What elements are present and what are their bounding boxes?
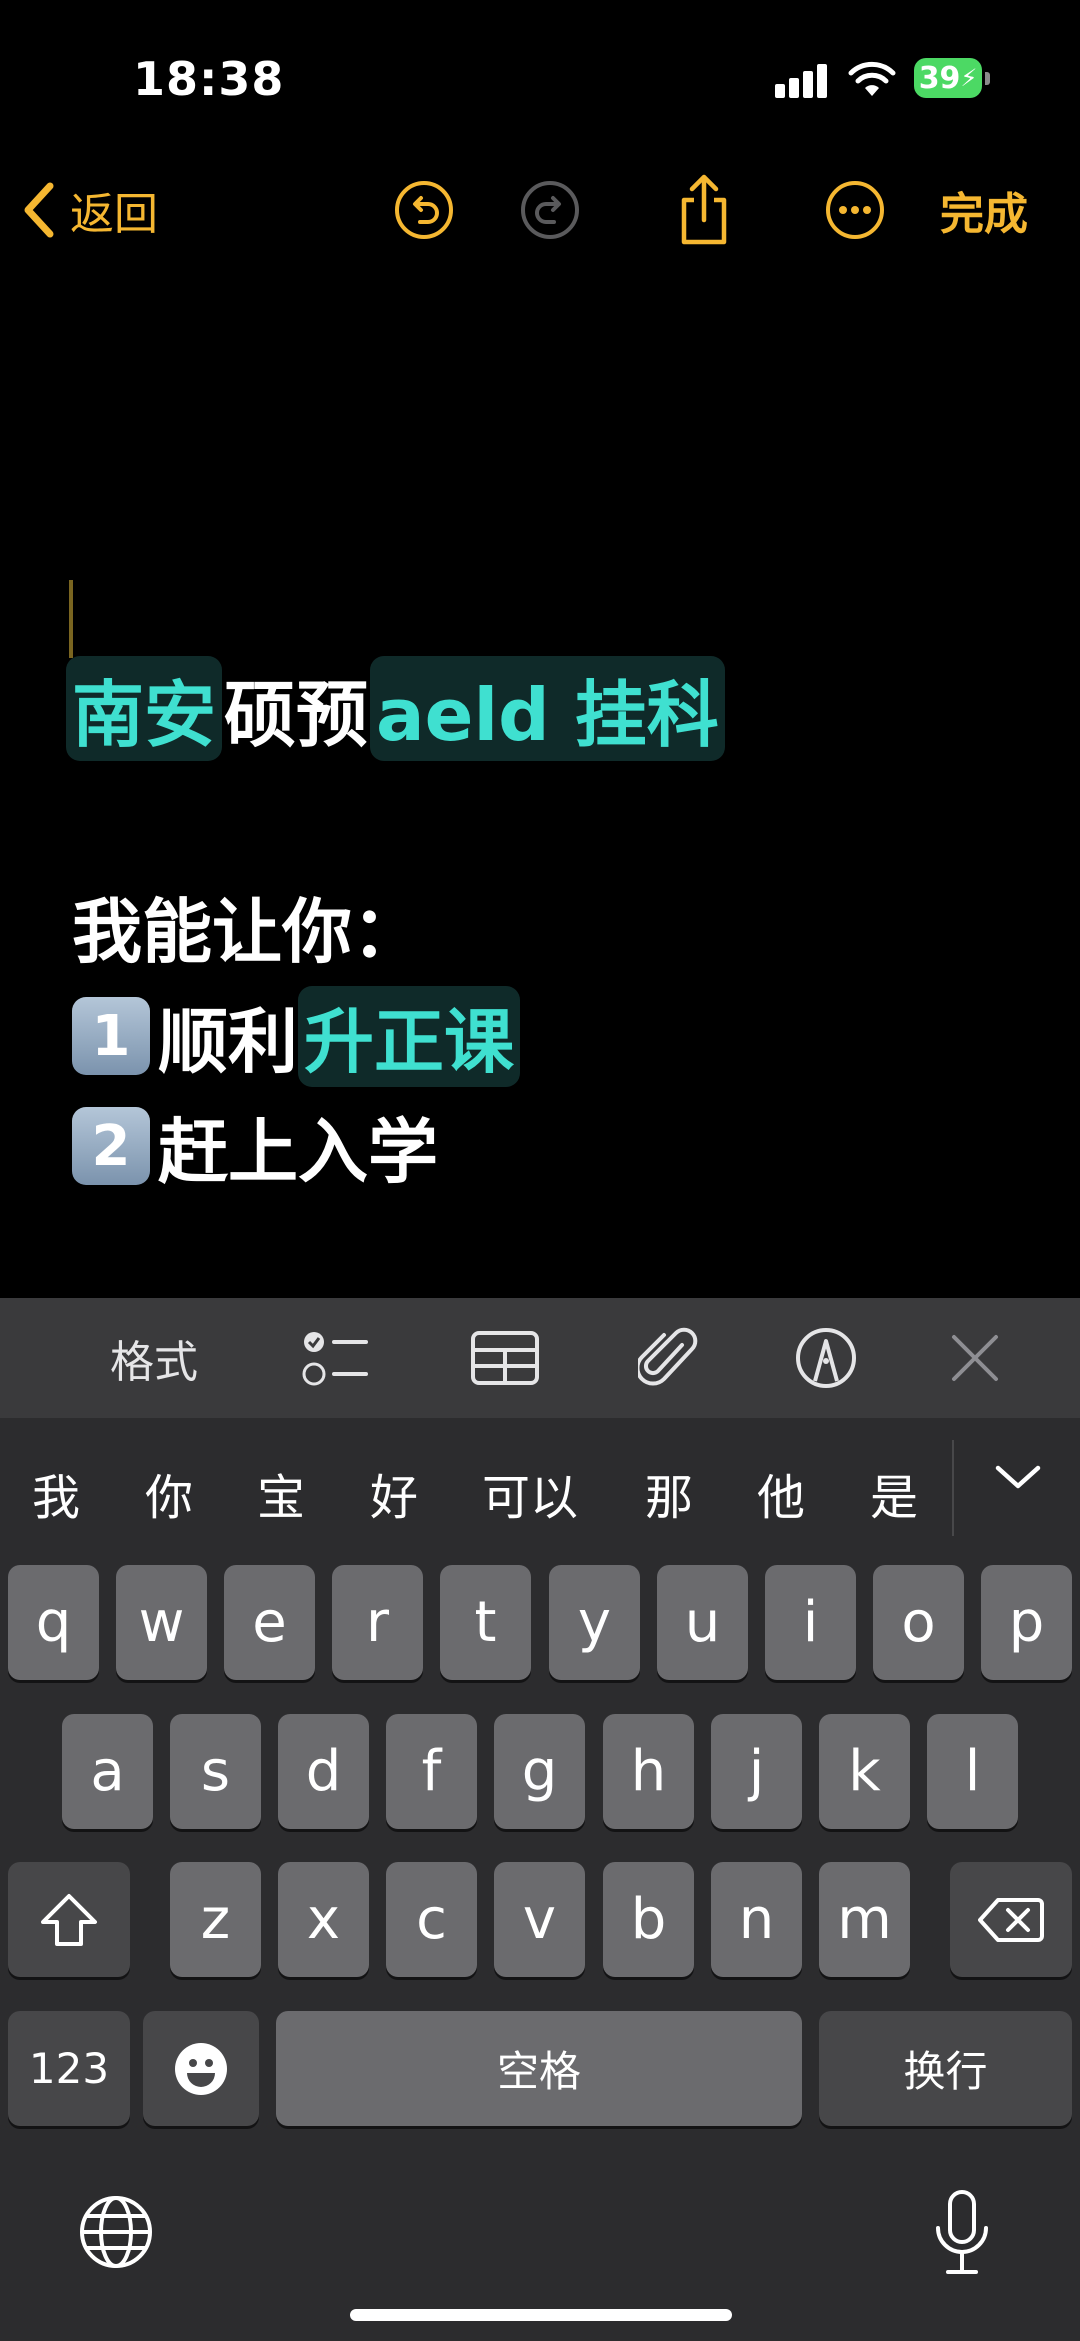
key-i[interactable]: i <box>765 1565 856 1680</box>
expand-candidates-button[interactable] <box>990 1458 1046 1508</box>
key-h[interactable]: h <box>603 1714 694 1829</box>
key-g[interactable]: g <box>494 1714 585 1829</box>
format-toolbar: 格式 <box>0 1298 1080 1418</box>
battery-level: 39 <box>918 60 961 96</box>
candidate-divider <box>952 1440 954 1536</box>
keycap-one-icon: 1 <box>72 997 150 1075</box>
highlighted-text: 升正课 <box>298 985 520 1087</box>
chevron-down-icon <box>995 1465 1041 1489</box>
candidate-word[interactable]: 是 <box>870 1458 918 1528</box>
undo-icon <box>395 181 453 239</box>
notes-nav-bar: 返回 完成 <box>0 160 1080 260</box>
key-e[interactable]: e <box>224 1565 315 1680</box>
candidate-word[interactable]: 好 <box>370 1458 418 1528</box>
key-f[interactable]: f <box>386 1714 477 1829</box>
key-n[interactable]: n <box>711 1862 802 1977</box>
key-x[interactable]: x <box>278 1862 369 1977</box>
list-item-text: 赶上入学 <box>158 1110 438 1193</box>
charging-bolt-icon: ⚡ <box>960 64 978 92</box>
paperclip-icon <box>638 1327 698 1386</box>
redo-button[interactable] <box>520 180 580 240</box>
emoji-key[interactable] <box>143 2011 259 2126</box>
return-key[interactable]: 换行 <box>819 2011 1072 2126</box>
redo-icon <box>521 181 579 239</box>
list-item[interactable]: 1 顺利 升正课 <box>72 985 520 1087</box>
back-label: 返回 <box>70 189 158 240</box>
note-title-line[interactable]: 南安 硕预 aeld 挂科 <box>66 655 725 761</box>
list-item-text: 顺利 <box>158 1000 298 1083</box>
cellular-signal-icon <box>775 62 829 98</box>
highlighted-text: 南安 <box>66 655 223 761</box>
keyboard: 我 你 宝 好 可以 那 他 是 q w e r t y u i o p a s… <box>0 1418 1080 2341</box>
battery-indicator: 39 ⚡ <box>914 58 990 98</box>
candidate-word[interactable]: 宝 <box>257 1458 305 1528</box>
key-l[interactable]: l <box>927 1714 1018 1829</box>
wifi-icon <box>848 61 896 96</box>
candidate-bar: 我 你 宝 好 可以 那 他 是 <box>0 1418 1080 1558</box>
status-time: 18:38 <box>133 52 285 106</box>
back-button[interactable]: 返回 <box>22 172 158 248</box>
key-b[interactable]: b <box>603 1862 694 1977</box>
key-t[interactable]: t <box>440 1565 531 1680</box>
key-v[interactable]: v <box>494 1862 585 1977</box>
list-item[interactable]: 2 赶上入学 <box>72 1098 438 1194</box>
table-button[interactable] <box>470 1328 540 1388</box>
table-icon <box>471 1331 539 1385</box>
candidate-word[interactable]: 你 <box>145 1458 193 1528</box>
key-q[interactable]: q <box>8 1565 99 1680</box>
attachment-button[interactable] <box>638 1327 698 1388</box>
checklist-icon <box>302 1332 368 1386</box>
home-indicator <box>350 2309 732 2321</box>
plain-text: 硕预 <box>224 672 369 757</box>
close-toolbar-button[interactable] <box>950 1328 1000 1388</box>
candidate-word[interactable]: 我 <box>32 1458 80 1528</box>
keycap-two-icon: 2 <box>72 1107 150 1185</box>
globe-icon <box>80 2196 152 2268</box>
ellipsis-circle-icon <box>826 181 884 239</box>
key-a[interactable]: a <box>62 1714 153 1829</box>
candidate-word[interactable]: 可以 <box>482 1458 578 1528</box>
numbers-key[interactable]: 123 <box>8 2011 130 2126</box>
more-button[interactable] <box>825 180 885 240</box>
close-icon <box>952 1335 998 1381</box>
undo-button[interactable] <box>394 180 454 240</box>
candidate-word[interactable]: 他 <box>757 1458 805 1528</box>
shift-key[interactable] <box>8 1862 130 1977</box>
text-cursor <box>69 580 73 658</box>
key-d[interactable]: d <box>278 1714 369 1829</box>
markup-button[interactable] <box>795 1328 857 1388</box>
key-p[interactable]: p <box>981 1565 1072 1680</box>
delete-key[interactable] <box>950 1862 1072 1977</box>
key-z[interactable]: z <box>170 1862 261 1977</box>
share-icon <box>681 174 727 245</box>
dictation-button[interactable] <box>934 2188 990 2278</box>
key-c[interactable]: c <box>386 1862 477 1977</box>
key-u[interactable]: u <box>657 1565 748 1680</box>
format-button[interactable]: 格式 <box>110 1328 198 1388</box>
key-s[interactable]: s <box>170 1714 261 1829</box>
microphone-icon <box>936 2190 988 2274</box>
checklist-button[interactable] <box>302 1328 372 1388</box>
pen-tip-circle-icon <box>796 1328 856 1388</box>
key-j[interactable]: j <box>711 1714 802 1829</box>
backspace-icon <box>978 1897 1044 1942</box>
highlighted-text: aeld 挂科 <box>370 655 725 761</box>
shift-arrow-icon <box>41 1893 97 1946</box>
key-o[interactable]: o <box>873 1565 964 1680</box>
chevron-left-icon <box>24 182 54 238</box>
key-k[interactable]: k <box>819 1714 910 1829</box>
status-bar: 18:38 39 ⚡ <box>0 0 1080 150</box>
globe-button[interactable] <box>78 2194 154 2270</box>
space-key[interactable]: 空格 <box>276 2011 802 2126</box>
note-line[interactable]: 我能让你： <box>72 878 422 974</box>
done-button[interactable]: 完成 <box>940 180 1028 240</box>
candidate-word[interactable]: 那 <box>645 1458 693 1528</box>
emoji-face-icon <box>175 2042 227 2095</box>
key-m[interactable]: m <box>819 1862 910 1977</box>
key-y[interactable]: y <box>549 1565 640 1680</box>
key-w[interactable]: w <box>116 1565 207 1680</box>
share-button[interactable] <box>674 170 734 250</box>
key-r[interactable]: r <box>332 1565 423 1680</box>
